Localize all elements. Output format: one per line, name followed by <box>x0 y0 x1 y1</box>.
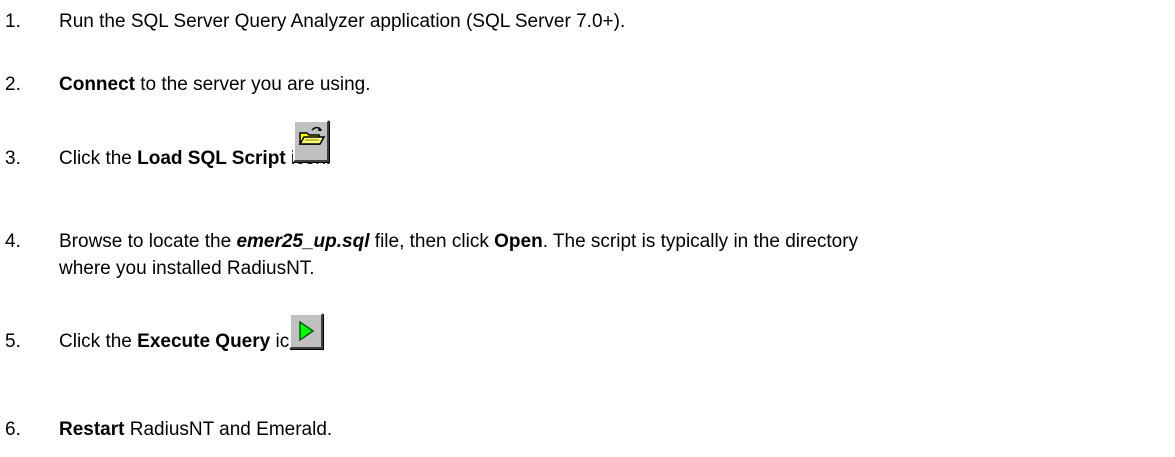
restart-emphasis: Restart <box>59 419 125 440</box>
step-text-line-2: where you installed RadiusNT. <box>59 258 315 279</box>
open-folder-icon <box>293 120 329 162</box>
step-text-pre: Click the <box>59 331 138 352</box>
step-number: 4. <box>5 231 21 252</box>
open-emphasis: Open <box>494 231 543 252</box>
step-text: Browse to locate the emer25_up.sql file,… <box>59 228 858 255</box>
step-number: 1. <box>5 11 21 32</box>
step-text-rest: to the server you are using. <box>135 74 371 95</box>
step-number: 2. <box>5 74 21 95</box>
step-text: Click the Load SQL Script icon. <box>59 145 331 172</box>
step-text: Restart RadiusNT and Emerald. <box>59 416 332 443</box>
step-text: Click the Execute Query icon. <box>59 328 316 355</box>
step-number: 6. <box>5 419 21 440</box>
execute-query-emphasis: Execute Query <box>137 331 271 352</box>
step-number: 3. <box>5 148 21 169</box>
step-text-post: . The script is typically in the directo… <box>542 231 859 252</box>
step-text-pre: Click the <box>59 148 138 169</box>
execute-play-icon <box>289 313 323 349</box>
step-text: Run the SQL Server Query Analyzer applic… <box>59 11 626 32</box>
step-text: Connect to the server you are using. <box>59 71 371 98</box>
step-number: 5. <box>5 331 21 352</box>
execute-play-icon-graphic <box>299 320 315 342</box>
connect-emphasis: Connect <box>59 74 135 95</box>
load-sql-script-emphasis: Load SQL Script <box>137 148 286 169</box>
step-text-mid: file, then click <box>369 231 495 252</box>
open-folder-icon-graphic <box>298 126 326 145</box>
step-text-pre: Browse to locate the <box>59 231 237 252</box>
step-text-rest: RadiusNT and Emerald. <box>124 419 333 440</box>
filename-emphasis: emer25_up.sql <box>236 231 370 252</box>
